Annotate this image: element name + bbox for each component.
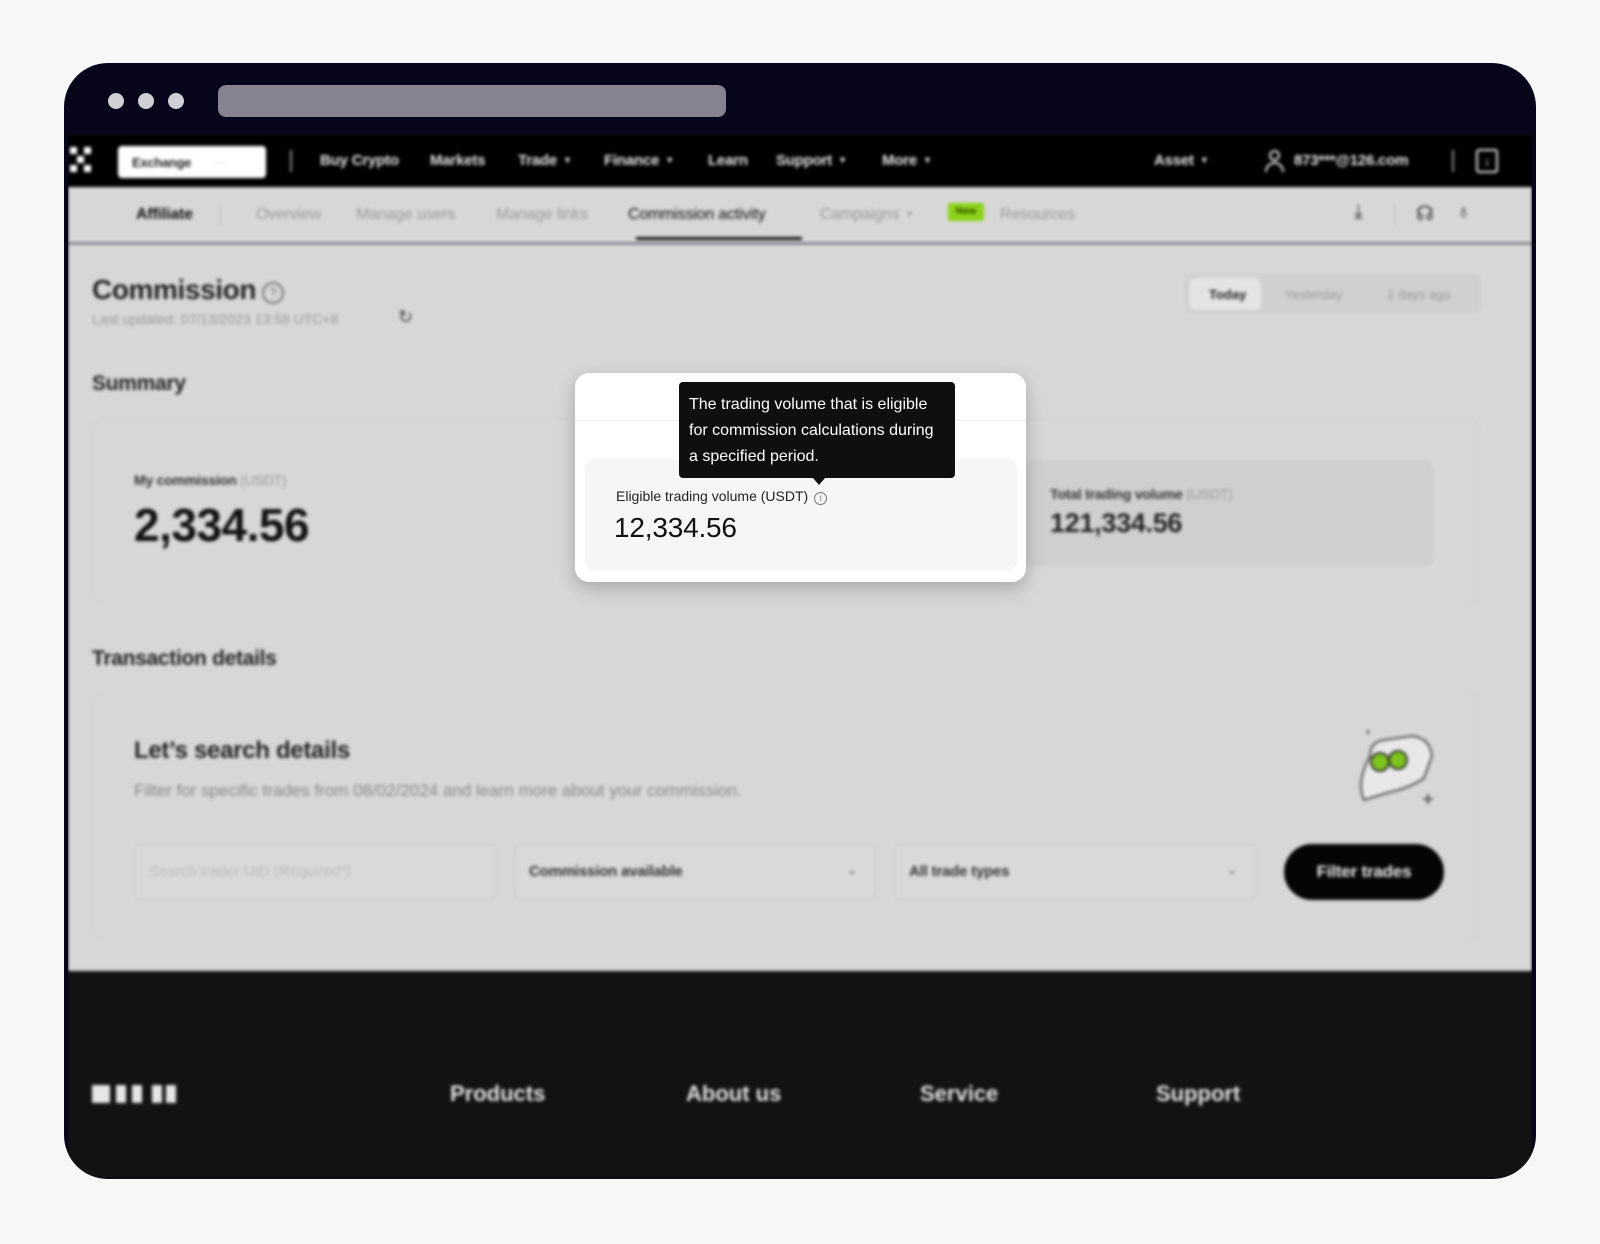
trader-uid-input[interactable]: Search trader UID (Required*) [134,844,496,900]
nav-trade[interactable]: Trade ▼ [518,152,572,169]
nav-support-label: Support [776,152,833,169]
chevron-down-icon: ▼ [665,155,675,165]
tooltip-text: The trading volume that is eligible for … [689,396,934,465]
search-details-subtitle: Filter for specific trades from 08/02/20… [134,781,742,800]
nav-support[interactable]: Support ▼ [776,152,847,169]
nav-learn[interactable]: Learn [708,152,748,169]
nav-finance[interactable]: Finance ▼ [604,152,674,169]
search-details-title: Let’s search details [134,737,350,764]
nav-more[interactable]: More ▼ [882,152,932,169]
tab-manage-users[interactable]: Manage users [356,206,455,224]
total-volume-value: 121,334.56 [1050,508,1183,538]
eligible-volume-label-text: Eligible trading volume (USDT) [616,488,809,504]
range-today[interactable]: Today [1209,287,1246,302]
date-range-selector: Today Yesterday 2 days ago [1185,274,1481,314]
footer-service[interactable]: Service [920,1081,998,1107]
exchange-label: Exchange [132,155,192,170]
tab-campaigns[interactable]: Campaigns ▼ [820,206,914,224]
top-navigation: Exchange ··· Buy Crypto Markets Trade ▼ F… [68,135,1532,187]
eligible-volume-value: 12,334.56 [614,512,737,543]
tab-commission-activity[interactable]: Commission activity [628,206,766,224]
headset-icon[interactable]: ☊ [1416,201,1434,226]
search-details-card [92,692,1480,940]
last-updated-text: Last updated: 07/13/2023 13:58 UTC+8 [92,311,339,327]
total-volume-label-text: Total trading volume [1050,486,1183,502]
page-title: Commission [92,274,257,305]
chevron-down-icon: ▼ [838,155,847,165]
window-minimize-dot[interactable] [138,93,154,109]
refresh-icon[interactable]: ↻ [398,307,413,328]
eligible-volume-label: Eligible trading volume (USDT) i [616,488,828,505]
total-volume-unit: (USDT) [1186,486,1233,502]
commission-select-value: Commission available [529,863,683,880]
summary-heading: Summary [92,372,186,395]
active-tab-underline [636,237,802,240]
range-2-days-ago[interactable]: 2 days ago [1387,287,1451,302]
nav-divider [1452,150,1454,172]
eligible-volume-highlight-card: Eligible trading volume (USDT) i 12,334.5… [575,373,1026,582]
footer-products[interactable]: Products [450,1081,545,1107]
binoculars-illustration-icon [1360,730,1434,804]
nav-divider [290,150,292,172]
nav-more-label: More [882,152,918,169]
trade-type-select[interactable]: All trade types ⌄ [894,844,1256,900]
tab-overview[interactable]: Overview [256,206,321,224]
nav-asset-label: Asset [1154,152,1194,169]
new-badge: New [948,203,984,221]
nav-markets[interactable]: Markets [430,152,485,169]
blurred-background-page: Exchange ··· Buy Crypto Markets Trade ▼ F… [68,135,1532,1179]
range-yesterday[interactable]: Yesterday [1285,287,1342,302]
user-icon[interactable] [1264,149,1286,173]
download-icon[interactable]: ⤓ [1354,201,1363,224]
nav-buy-crypto[interactable]: Buy Crypto [320,152,399,169]
web-page: Exchange ··· Buy Crypto Markets Trade ▼ F… [68,135,1532,1179]
screenshot-background: Exchange ··· Buy Crypto Markets Trade ▼ F… [0,0,1600,1244]
footer-okx-logo-icon[interactable] [92,1085,180,1109]
user-email[interactable]: 873***@126.com [1294,152,1409,169]
chevron-down-icon: ▼ [905,209,914,219]
browser-window: Exchange ··· Buy Crypto Markets Trade ▼ F… [64,63,1536,1179]
total-volume-label: Total trading volume (USDT) [1050,486,1233,502]
my-commission-label: My commission (USDT) [134,472,287,488]
commission-select[interactable]: Commission available ⌄ [514,844,876,900]
footer-about-us[interactable]: About us [686,1081,781,1107]
main-content: Commission ? Last updated: 07/13/2023 13… [68,244,1532,971]
chevron-down-icon: ⌄ [1226,863,1237,877]
trade-type-select-value: All trade types [909,863,1010,880]
nav-asset[interactable]: Asset ▼ [1154,152,1209,169]
chevron-down-icon: ▼ [1199,155,1209,165]
tooltip-arrow [813,478,825,485]
nav-finance-label: Finance [604,152,660,169]
info-icon[interactable]: i [814,492,828,505]
help-icon[interactable]: ? [262,282,284,304]
site-footer: Products About us Service Support [68,971,1532,1179]
my-commission-value: 2,334.56 [134,499,310,551]
lightbulb-icon[interactable]: ♁ [1456,201,1471,224]
affiliate-subnav: Affiliate Overview Manage users Manage l… [68,187,1532,243]
chevron-down-icon: ▼ [923,155,932,165]
exchange-alt-label: ··· [214,155,227,170]
nav-trade-label: Trade [518,152,558,169]
chevron-down-icon: ⌄ [846,863,857,877]
my-commission-unit: (USDT) [240,472,287,488]
subnav-divider [220,204,221,226]
download-app-icon[interactable]: ↓ [1476,149,1498,173]
eligible-volume-tooltip: The trading volume that is eligible for … [679,382,955,485]
filter-trades-button[interactable]: Filter trades [1284,844,1444,900]
tab-manage-links[interactable]: Manage links [496,206,588,224]
address-bar[interactable] [218,85,726,117]
transaction-details-heading: Transaction details [92,647,277,670]
subnav-brand[interactable]: Affiliate [136,206,193,224]
tab-resources[interactable]: Resources [1000,206,1075,224]
window-close-dot[interactable] [108,93,124,109]
chevron-down-icon: ▼ [563,155,572,165]
my-commission-label-text: My commission [134,472,237,488]
exchange-toggle[interactable]: Exchange ··· [118,146,266,178]
window-maximize-dot[interactable] [168,93,184,109]
footer-support[interactable]: Support [1156,1081,1240,1107]
trader-uid-placeholder: Search trader UID (Required*) [149,863,351,880]
okx-logo-icon[interactable] [70,147,92,173]
tab-campaigns-label: Campaigns [820,206,900,223]
subnav-divider [1394,204,1395,226]
